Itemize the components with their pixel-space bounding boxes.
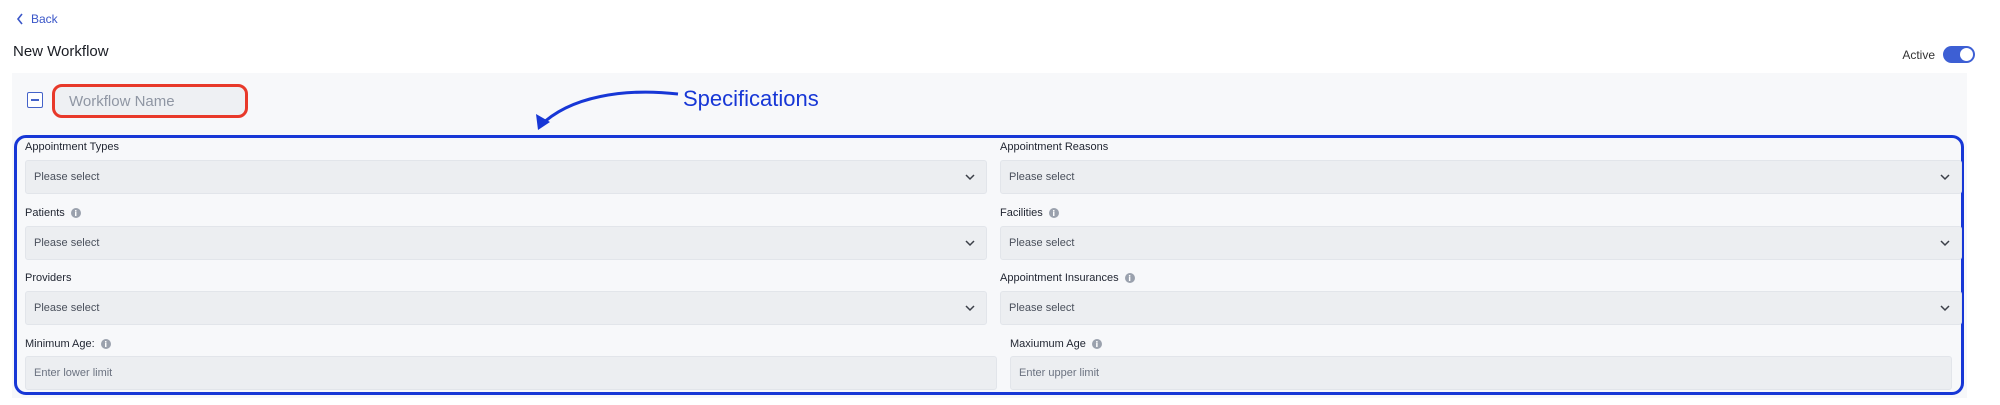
appointment-types-label-text: Appointment Types (25, 141, 119, 153)
appointment-insurances-select[interactable]: Please select (1000, 291, 1962, 325)
info-icon[interactable]: i (1048, 208, 1059, 218)
appointment-reasons-value: Please select (1009, 171, 1075, 183)
providers-label: Providers (25, 272, 71, 284)
patients-label: Patients i (25, 207, 81, 219)
specifications-annotation: Specifications (683, 86, 819, 111)
maximum-age-label-text: Maxiumum Age (1010, 338, 1086, 350)
info-icon[interactable]: i (1091, 339, 1102, 349)
active-label: Active (1902, 47, 1935, 62)
chevron-down-icon (965, 174, 975, 181)
info-icon[interactable]: i (1124, 273, 1135, 283)
page-title: New Workflow (13, 43, 109, 60)
info-icon[interactable]: i (100, 339, 111, 349)
chevron-down-icon (1940, 240, 1950, 247)
minimum-age-label-text: Minimum Age: (25, 338, 95, 350)
back-link[interactable]: Back (15, 9, 58, 29)
patients-label-text: Patients (25, 207, 65, 219)
info-icon[interactable]: i (70, 208, 81, 218)
patients-value: Please select (34, 237, 100, 249)
maximum-age-label: Maxiumum Age i (1010, 338, 1102, 350)
patients-select[interactable]: Please select (25, 226, 987, 260)
appointment-insurances-label-text: Appointment Insurances (1000, 272, 1119, 284)
chevron-down-icon (1940, 305, 1950, 312)
active-control: Active (1902, 46, 1975, 63)
providers-value: Please select (34, 302, 100, 314)
appointment-reasons-select[interactable]: Please select (1000, 160, 1962, 194)
back-label: Back (31, 12, 58, 26)
collapse-button[interactable] (27, 92, 43, 108)
annotation-arrow-icon (536, 90, 679, 130)
minimum-age-placeholder: Enter lower limit (34, 367, 113, 379)
maximum-age-input[interactable]: Enter upper limit (1010, 356, 1952, 390)
appointment-types-select[interactable]: Please select (25, 160, 987, 194)
chevron-down-icon (1940, 174, 1950, 181)
appointment-types-label: Appointment Types (25, 141, 119, 153)
facilities-select[interactable]: Please select (1000, 226, 1962, 260)
appointment-reasons-label-text: Appointment Reasons (1000, 141, 1109, 153)
facilities-label-text: Facilities (1000, 207, 1043, 219)
appointment-insurances-label: Appointment Insurances i (1000, 272, 1135, 284)
workflow-name-input[interactable] (52, 84, 248, 118)
minimum-age-label: Minimum Age: i (25, 338, 111, 350)
facilities-label: Facilities i (1000, 207, 1059, 219)
providers-select[interactable]: Please select (25, 291, 987, 325)
maximum-age-placeholder: Enter upper limit (1019, 367, 1100, 379)
chevron-left-icon (16, 13, 23, 25)
minimum-age-input[interactable]: Enter lower limit (25, 356, 997, 390)
toggle-knob (1960, 48, 1973, 61)
facilities-value: Please select (1009, 237, 1075, 249)
appointment-types-value: Please select (34, 171, 100, 183)
active-toggle[interactable] (1943, 46, 1975, 63)
appointment-insurances-value: Please select (1009, 302, 1075, 314)
providers-label-text: Providers (25, 272, 72, 284)
chevron-down-icon (965, 240, 975, 247)
chevron-down-icon (965, 305, 975, 312)
appointment-reasons-label: Appointment Reasons (1000, 141, 1108, 153)
